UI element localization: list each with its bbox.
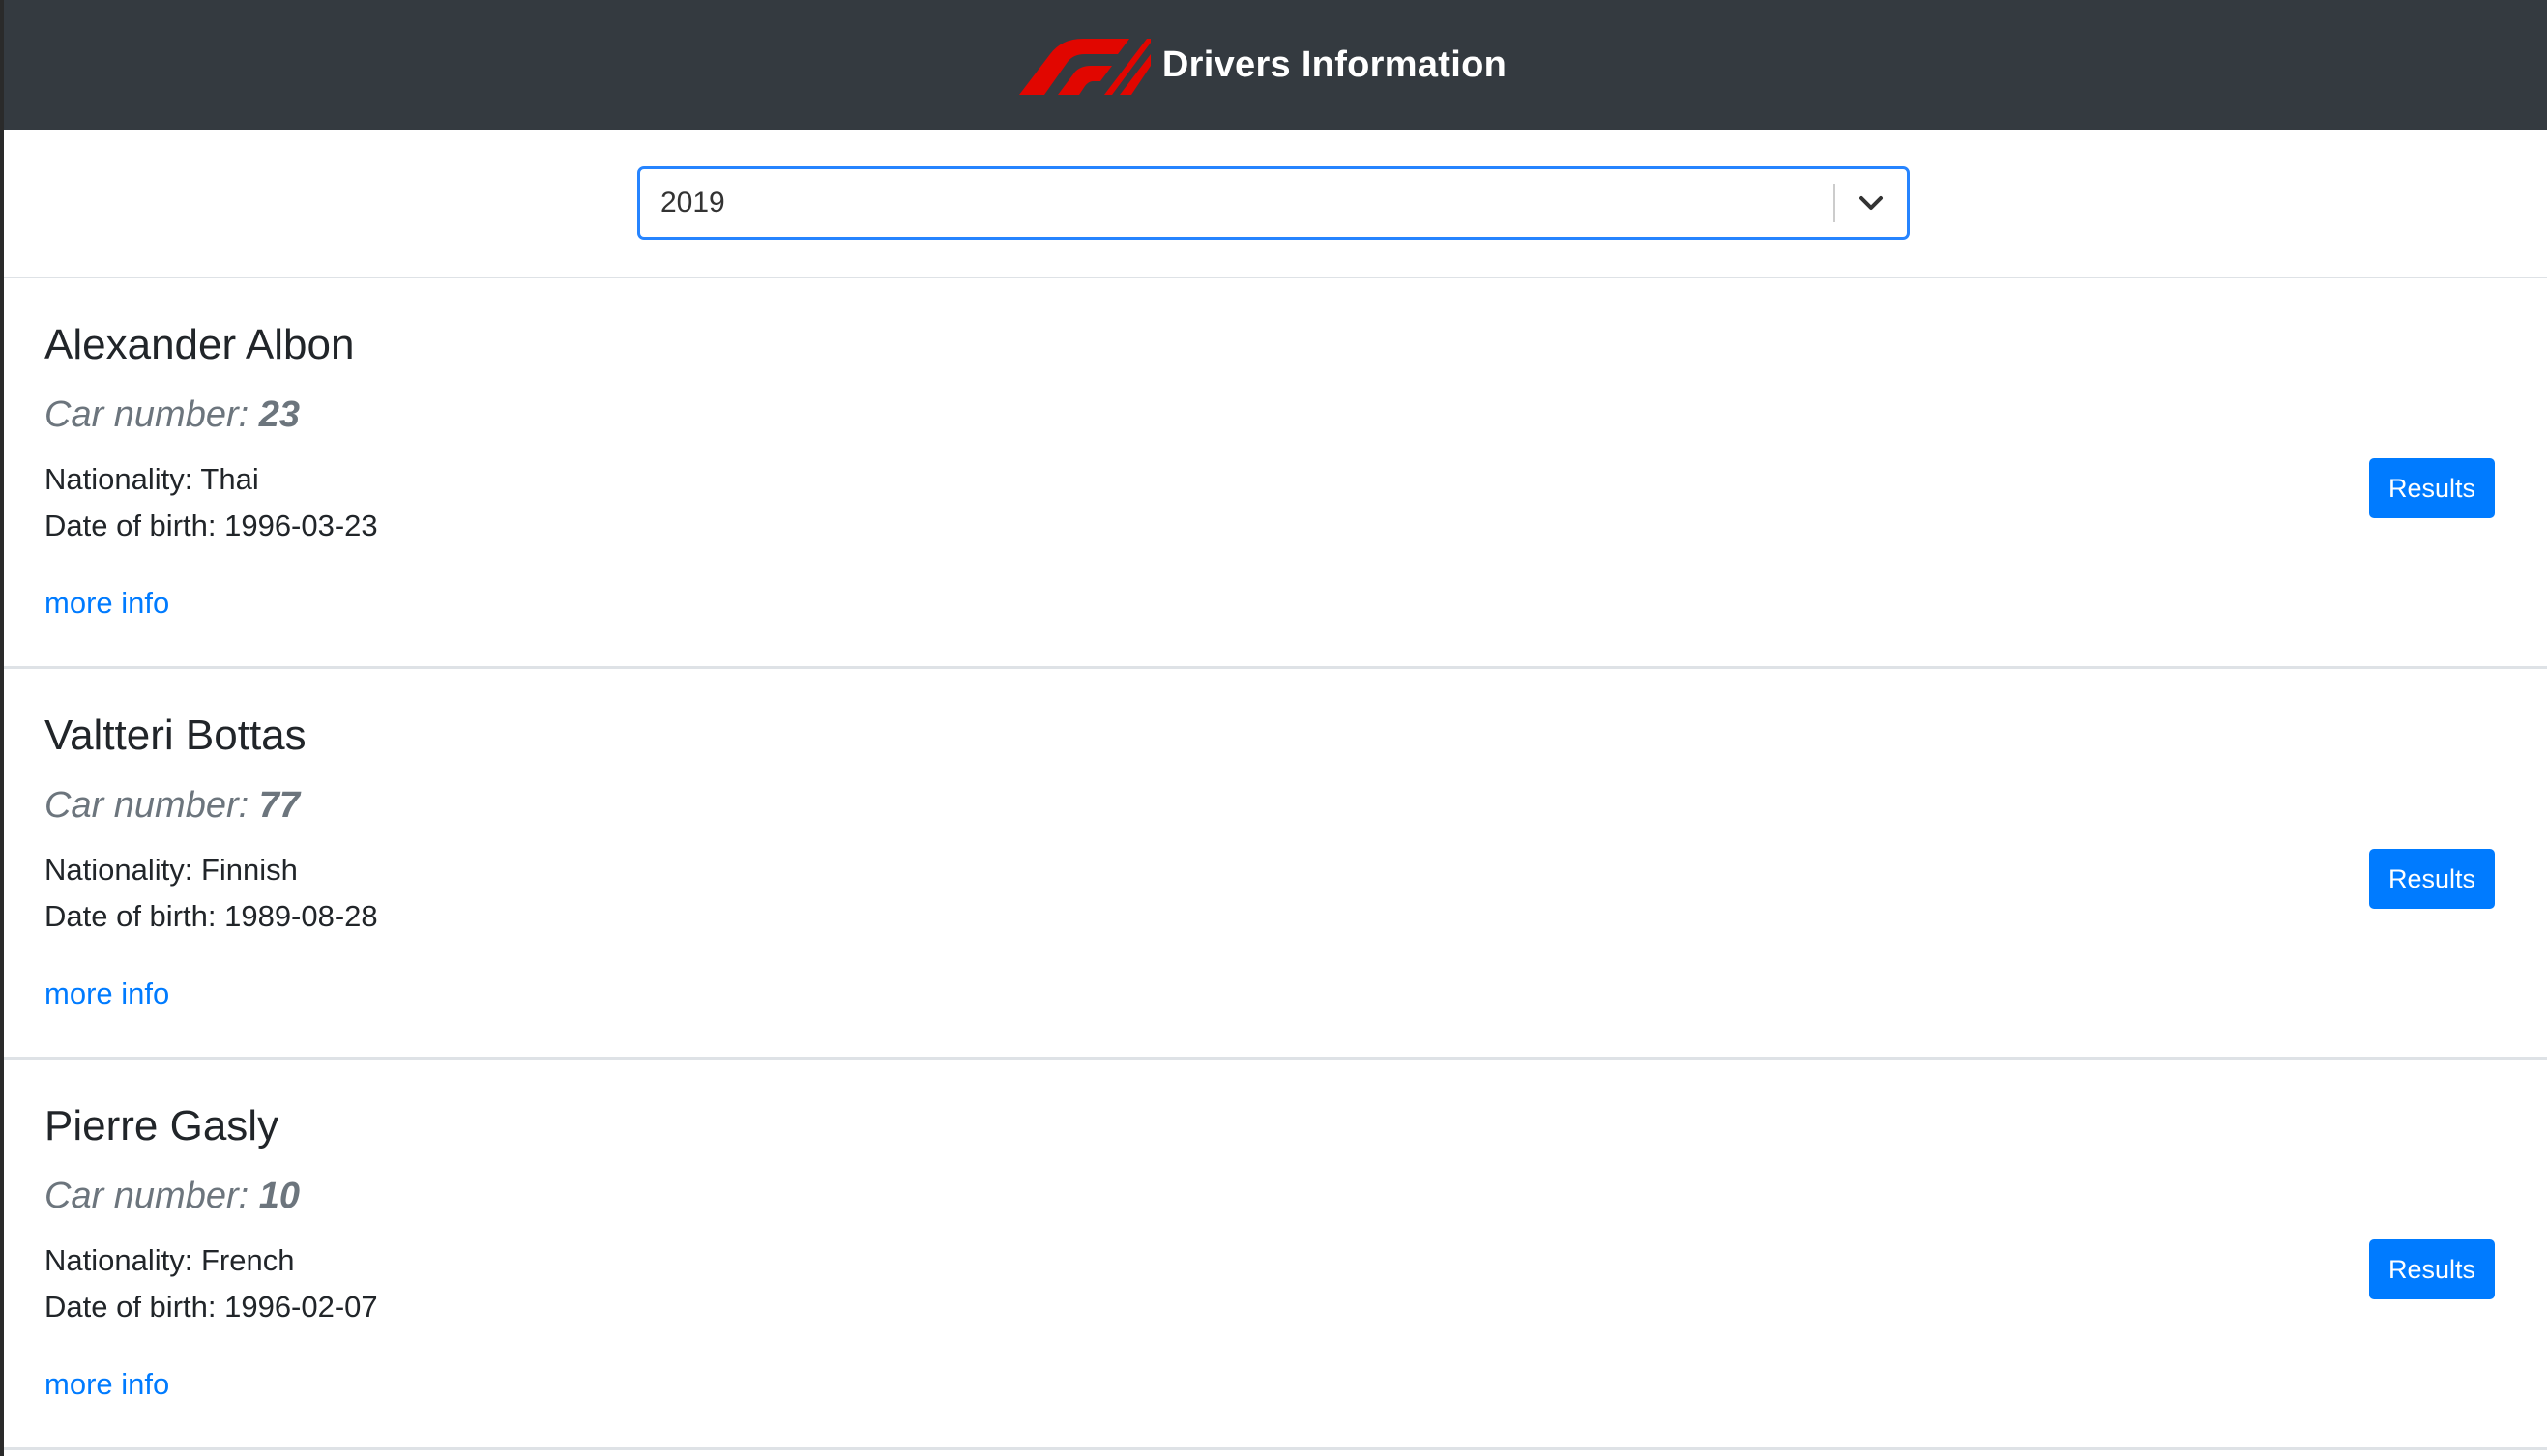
car-number-value: 10	[258, 1176, 301, 1216]
driver-nationality: Nationality: French	[44, 1243, 295, 1277]
driver-date-of-birth: Date of birth: 1996-03-23	[44, 509, 378, 542]
car-number-value: 23	[258, 394, 301, 435]
app-page: Drivers Information 2019 Alexander Albon…	[0, 0, 2547, 1456]
driver-card: Pierre Gasly Car number: 10 Nationality:…	[4, 1060, 2547, 1450]
results-button[interactable]: Results	[2369, 1239, 2495, 1299]
car-number: Car number: 23	[44, 394, 300, 436]
top-navbar: Drivers Information	[4, 0, 2547, 130]
season-select-value: 2019	[660, 187, 725, 218]
f1-logo-icon	[1018, 39, 1151, 95]
driver-name: Valtteri Bottas	[44, 712, 307, 759]
driver-name: Alexander Albon	[44, 321, 355, 368]
brand: Drivers Information	[1015, 35, 1507, 95]
car-number: Car number: 77	[44, 785, 300, 827]
car-number-value: 77	[258, 785, 301, 826]
page-title: Drivers Information	[1161, 44, 1508, 85]
driver-nationality: Nationality: Thai	[44, 462, 259, 496]
season-select[interactable]: 2019	[637, 166, 1910, 240]
car-number-label: Car number:	[44, 1176, 249, 1216]
car-number: Car number: 10	[44, 1176, 300, 1217]
driver-card: Valtteri Bottas Car number: 77 Nationali…	[4, 669, 2547, 1060]
more-info-link[interactable]: more info	[44, 976, 169, 1011]
chevron-down-icon	[1859, 196, 1883, 210]
results-button[interactable]: Results	[2369, 849, 2495, 909]
driver-nationality: Nationality: Finnish	[44, 853, 298, 887]
driver-name: Pierre Gasly	[44, 1102, 279, 1150]
season-select-toggle[interactable]	[1835, 169, 1907, 237]
driver-card: Alexander Albon Car number: 23 Nationali…	[4, 278, 2547, 669]
car-number-label: Car number:	[44, 785, 249, 826]
car-number-label: Car number:	[44, 394, 249, 435]
more-info-link[interactable]: more info	[44, 586, 169, 621]
results-button[interactable]: Results	[2369, 458, 2495, 518]
season-select-row: 2019	[4, 130, 2547, 278]
driver-date-of-birth: Date of birth: 1996-02-07	[44, 1290, 378, 1324]
more-info-link[interactable]: more info	[44, 1367, 169, 1402]
driver-date-of-birth: Date of birth: 1989-08-28	[44, 899, 378, 933]
